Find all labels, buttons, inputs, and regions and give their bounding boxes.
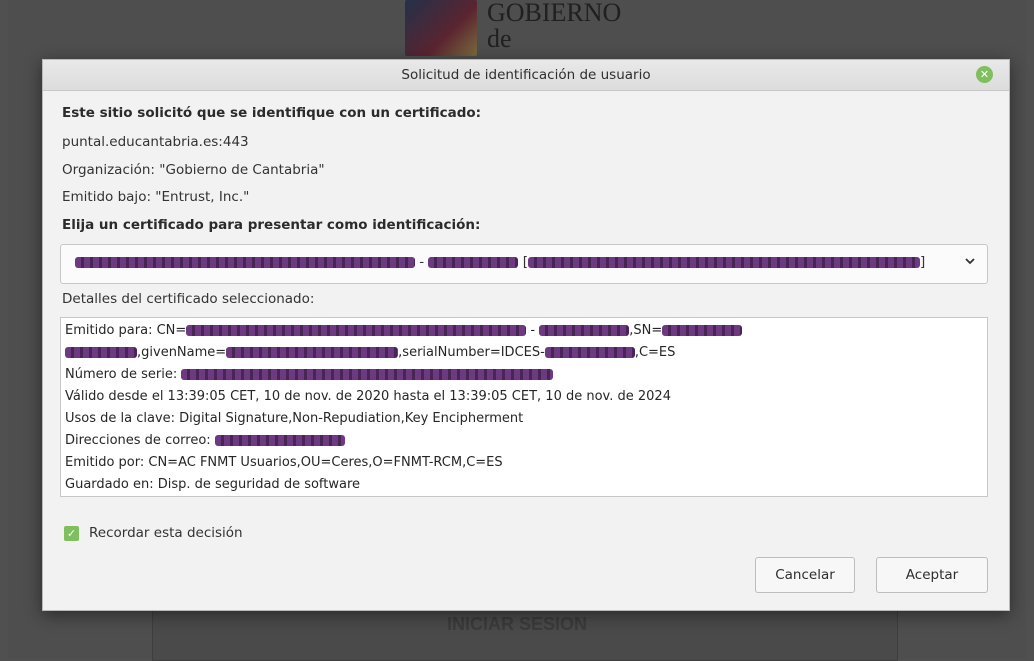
choose-certificate-heading: Elija un certificado para presentar como… <box>62 217 481 233</box>
details-serial: Número de serie: <box>65 367 554 382</box>
titlebar: Solicitud de identificación de usuario ✕ <box>43 60 1009 91</box>
logo-text-line2: de <box>487 24 512 53</box>
details-key-usage: Usos de la clave: Digital Signature,Non-… <box>65 411 524 426</box>
given-name-prefix: ,givenName= <box>137 345 227 360</box>
close-button[interactable]: ✕ <box>976 66 993 83</box>
redacted-issuer <box>528 256 921 268</box>
check-icon: ✓ <box>66 527 77 540</box>
site-request-heading: Este sitio solicitó que se identifique c… <box>62 105 482 121</box>
details-validity: Válido desde el 13:39:05 CET, 10 de nov.… <box>65 389 671 404</box>
logo-text: GOBIERNO de <box>487 0 621 52</box>
redacted-cn <box>186 325 527 336</box>
certificate-details[interactable]: Emitido para: CN= - ,SN= ,givenName= ,ser… <box>60 317 988 497</box>
logo-text-line1: GOBIERNO <box>487 0 622 27</box>
chevron-down-icon <box>965 258 975 265</box>
host-text: puntal.educantabria.es:443 <box>62 134 249 150</box>
emails-prefix: Direcciones de correo: <box>65 433 215 448</box>
certificate-select-value: - [] <box>75 254 925 270</box>
remember-checkbox[interactable]: ✓ <box>64 526 79 541</box>
details-given-name: ,givenName= ,serialNumber=IDCES- ,C=ES <box>65 345 675 360</box>
dialog-title: Solicitud de identificación de usuario <box>401 67 651 83</box>
issued-to-sn: ,SN= <box>629 323 663 338</box>
combo-bracket-close: ] <box>920 254 926 270</box>
redacted-name <box>75 256 415 268</box>
redacted-given-name <box>226 347 399 358</box>
remember-label[interactable]: Recordar esta decisión <box>89 525 243 541</box>
organization-text: Organización: "Gobierno de Cantabria" <box>62 162 325 178</box>
redacted-serial <box>181 369 554 380</box>
close-icon: ✕ <box>979 68 990 81</box>
country-text: ,C=ES <box>634 345 676 360</box>
details-label: Detalles del certificado seleccionado: <box>62 291 315 307</box>
login-button-label: INICIAR SESION <box>446 614 588 634</box>
gobierno-logo <box>405 0 477 56</box>
accept-button[interactable]: Aceptar <box>876 557 988 593</box>
combo-separator: - <box>419 254 425 270</box>
certificate-dialog: Solicitud de identificación de usuario ✕… <box>42 59 1010 611</box>
details-emails: Direcciones de correo: <box>65 433 345 448</box>
issued-to-prefix: Emitido para: CN= <box>65 323 187 338</box>
redacted-sn <box>662 325 743 336</box>
redacted-serial-number <box>544 347 635 358</box>
details-issued-by: Emitido por: CN=AC FNMT Usuarios,OU=Cere… <box>65 455 503 470</box>
serial-number-prefix: ,serialNumber=IDCES- <box>398 345 545 360</box>
redacted-sn-cont <box>65 347 137 358</box>
redacted-id <box>428 256 519 268</box>
cancel-button[interactable]: Cancelar <box>755 557 855 593</box>
redacted-cn-id <box>539 325 630 336</box>
redacted-email <box>214 435 345 446</box>
details-stored-in: Guardado en: Disp. de seguridad de softw… <box>65 477 361 492</box>
details-issued-to: Emitido para: CN= - ,SN= <box>65 323 743 338</box>
serial-prefix: Número de serie: <box>65 367 182 382</box>
certificate-select[interactable]: - [] <box>60 244 988 284</box>
issued-to-separator: - <box>526 323 540 338</box>
issued-under-text: Emitido bajo: "Entrust, Inc." <box>62 189 250 205</box>
